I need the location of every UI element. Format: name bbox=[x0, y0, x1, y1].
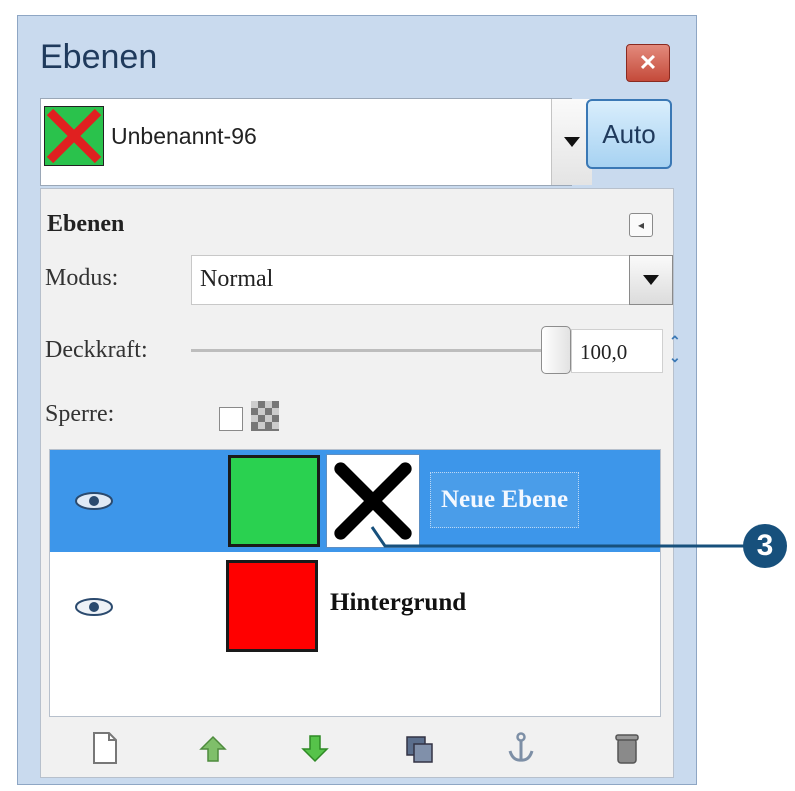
opacity-slider-handle[interactable] bbox=[541, 326, 571, 374]
raise-layer-icon[interactable] bbox=[197, 731, 229, 765]
layer-mask-thumbnail[interactable] bbox=[326, 454, 420, 548]
layer-list: Neue Ebene Hintergrund bbox=[49, 449, 661, 717]
mode-dropdown-button[interactable] bbox=[629, 255, 673, 305]
opacity-slider-track[interactable] bbox=[191, 349, 563, 352]
mode-select[interactable]: Normal bbox=[191, 255, 673, 305]
anchor-layer-icon[interactable] bbox=[505, 731, 537, 765]
duplicate-layer-icon[interactable] bbox=[403, 731, 435, 765]
close-button[interactable]: ✕ bbox=[626, 44, 670, 82]
chevron-down-icon bbox=[564, 137, 580, 147]
image-thumbnail bbox=[44, 106, 104, 166]
close-icon: ✕ bbox=[638, 50, 658, 75]
callout-badge: 3 bbox=[743, 524, 787, 568]
mode-label: Modus: bbox=[45, 265, 119, 291]
mode-value: Normal bbox=[200, 266, 274, 292]
layers-dock: Ebenen ◂ Modus: Normal Deckkraft: 100,0 … bbox=[40, 188, 681, 778]
delete-layer-icon[interactable] bbox=[611, 731, 643, 765]
auto-button[interactable]: Auto bbox=[586, 99, 672, 169]
opacity-label: Deckkraft: bbox=[45, 337, 148, 363]
chevron-down-icon bbox=[643, 275, 659, 285]
tab-menu-icon: ◂ bbox=[637, 218, 645, 232]
eye-icon[interactable] bbox=[74, 596, 114, 618]
layer-row-selected[interactable]: Neue Ebene bbox=[50, 450, 660, 552]
lock-alpha-icon[interactable] bbox=[251, 401, 279, 431]
dock-title: Ebenen bbox=[47, 211, 125, 237]
eye-icon[interactable] bbox=[74, 490, 114, 512]
layer-thumbnail[interactable] bbox=[226, 560, 318, 652]
image-selector[interactable]: Unbenannt-96 bbox=[40, 98, 592, 186]
spin-arrows-icon[interactable]: ⌃ ⌄ bbox=[669, 333, 681, 365]
lock-pixels-checkbox[interactable] bbox=[219, 407, 243, 431]
dialog-title: Ebenen bbox=[40, 38, 158, 76]
layer-thumbnail[interactable] bbox=[228, 455, 320, 547]
new-layer-icon[interactable] bbox=[89, 731, 121, 765]
dock-menu-button[interactable]: ◂ bbox=[629, 213, 653, 237]
lower-layer-icon[interactable] bbox=[299, 731, 331, 765]
layer-name[interactable]: Hintergrund bbox=[330, 589, 466, 617]
layer-name[interactable]: Neue Ebene bbox=[430, 472, 580, 528]
lock-label: Sperre: bbox=[45, 401, 115, 427]
layers-dialog: Ebenen ✕ Unbenannt-96 Auto Ebenen ◂ Modu… bbox=[17, 15, 697, 785]
opacity-value: 100,0 bbox=[580, 340, 628, 364]
opacity-spinbox[interactable]: 100,0 bbox=[571, 329, 663, 373]
image-name: Unbenannt-96 bbox=[111, 123, 257, 149]
